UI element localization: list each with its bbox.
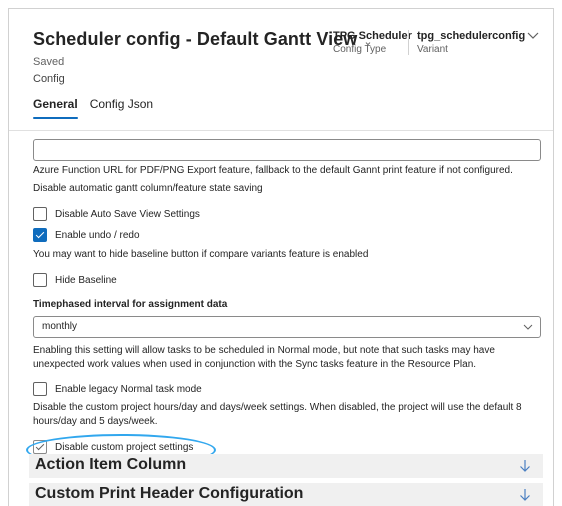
entity-name: Config bbox=[33, 73, 65, 85]
hide-baseline-option[interactable]: Hide Baseline bbox=[33, 273, 117, 287]
section-custom-print-header[interactable]: Custom Print Header Configuration bbox=[29, 483, 543, 506]
disable-auto-save-option[interactable]: Disable Auto Save View Settings bbox=[33, 207, 200, 221]
save-status: Saved bbox=[33, 56, 65, 68]
section-action-item-column[interactable]: Action Item Column bbox=[29, 454, 543, 478]
page-title: Scheduler config - Default Gantt View bbox=[33, 29, 358, 49]
normal-mode-note: Enabling this setting will allow tasks t… bbox=[33, 345, 495, 370]
baseline-note: You may want to hide baseline button if … bbox=[33, 249, 369, 260]
disable-auto-save-checkbox[interactable] bbox=[33, 207, 47, 221]
tab-config-json[interactable]: Config Json bbox=[90, 97, 153, 119]
title-row: Scheduler config - Default Gantt View ⌄ bbox=[33, 29, 373, 50]
enable-undo-checkbox[interactable] bbox=[33, 228, 47, 242]
checkbox-label: Enable undo / redo bbox=[55, 229, 140, 241]
timephased-label: Timephased interval for assignment data bbox=[33, 299, 228, 310]
form-window: Scheduler config - Default Gantt View ⌄ … bbox=[8, 8, 554, 506]
timephased-select[interactable]: monthly bbox=[33, 316, 541, 338]
section-title: Custom Print Header Configuration bbox=[35, 485, 304, 502]
auto-save-note: Disable automatic gantt column/feature s… bbox=[33, 183, 263, 194]
header-field-label: Variant bbox=[417, 44, 448, 55]
custom-settings-note: Disable the custom project hours/day and… bbox=[33, 402, 522, 427]
enable-undo-option[interactable]: Enable undo / redo bbox=[33, 228, 140, 242]
tab-general[interactable]: General bbox=[33, 97, 78, 119]
header-field-config-type: TPG Scheduler Config Type bbox=[333, 30, 412, 55]
form-header: Scheduler config - Default Gantt View ⌄ … bbox=[9, 9, 553, 130]
chevron-down-icon bbox=[523, 324, 533, 330]
legacy-normal-checkbox[interactable] bbox=[33, 382, 47, 396]
arrow-down-icon[interactable] bbox=[519, 488, 531, 502]
header-divider bbox=[9, 130, 553, 131]
header-field-value: TPG Scheduler bbox=[333, 30, 412, 42]
header-field-variant: tpg_schedulerconfig Variant bbox=[408, 30, 525, 55]
export-url-help: Azure Function URL for PDF/PNG Export fe… bbox=[33, 165, 513, 176]
select-value: monthly bbox=[42, 321, 78, 332]
chevron-down-icon[interactable] bbox=[526, 28, 540, 42]
checkbox-label: Enable legacy Normal task mode bbox=[55, 383, 202, 395]
checkbox-label: Disable Auto Save View Settings bbox=[55, 208, 200, 220]
checkbox-label: Hide Baseline bbox=[55, 274, 117, 286]
header-field-label: Config Type bbox=[333, 44, 387, 55]
arrow-down-icon[interactable] bbox=[519, 459, 531, 473]
tab-list: General Config Json bbox=[33, 97, 165, 119]
legacy-normal-option[interactable]: Enable legacy Normal task mode bbox=[33, 382, 202, 396]
section-title: Action Item Column bbox=[35, 456, 187, 473]
export-url-input[interactable] bbox=[33, 139, 541, 161]
header-field-value: tpg_schedulerconfig bbox=[417, 30, 526, 42]
hide-baseline-checkbox[interactable] bbox=[33, 273, 47, 287]
